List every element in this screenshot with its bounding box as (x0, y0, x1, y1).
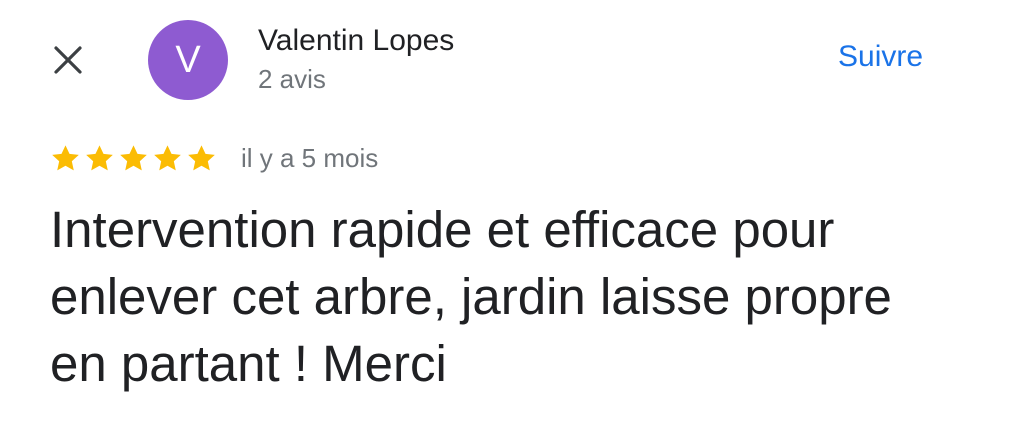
review-text: Intervention rapide et efficace pour enl… (50, 201, 892, 392)
review-count: 2 avis (258, 64, 326, 94)
avatar-initial: V (175, 38, 201, 81)
star-icon (120, 144, 147, 170)
close-button[interactable] (46, 40, 90, 84)
reviewer-name[interactable]: Valentin Lopes (258, 24, 454, 58)
close-icon (51, 43, 85, 82)
star-rating (50, 143, 217, 174)
review-time: il y a 5 mois (241, 142, 379, 173)
star-icon (52, 144, 79, 170)
star-icon (86, 144, 113, 170)
star-icon (154, 144, 181, 170)
follow-button[interactable]: Suivre (834, 40, 927, 74)
star-icon (188, 144, 215, 170)
avatar[interactable]: V (148, 20, 228, 100)
rating-row: il y a 5 mois (50, 140, 378, 176)
